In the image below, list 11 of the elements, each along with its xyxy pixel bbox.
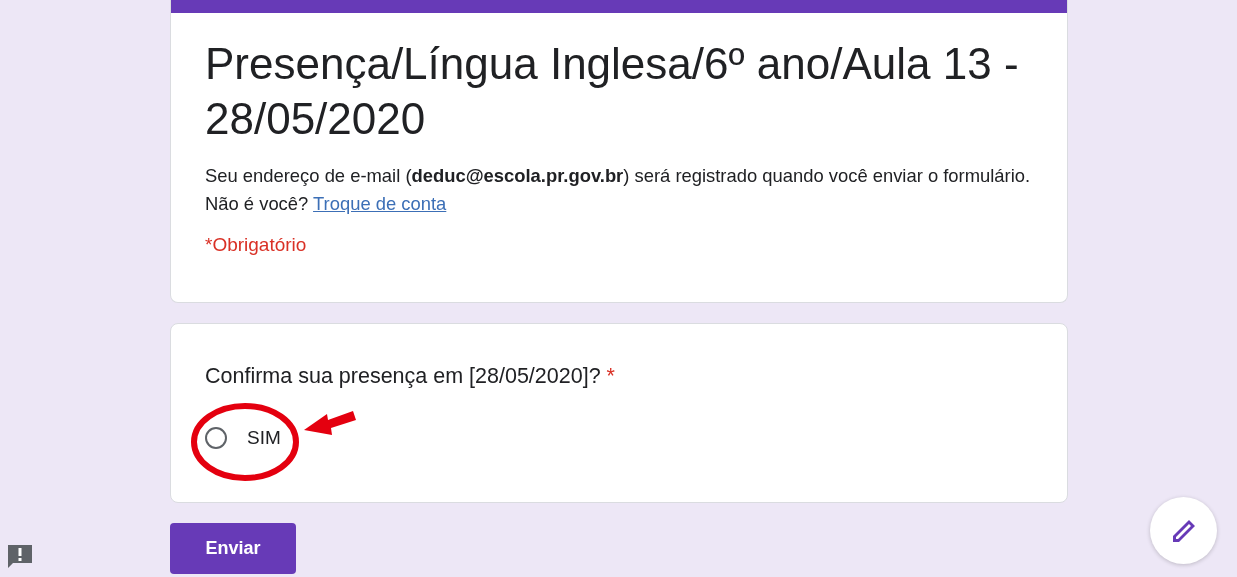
switch-account-link[interactable]: Troque de conta: [313, 193, 447, 214]
annotation-arrow: [304, 411, 356, 435]
email-notice: Seu endereço de e-mail (deduc@escola.pr.gov.br) será registrado quando você enviar o formulário. Não é você? Troque de conta: [205, 164, 1032, 216]
submit-button[interactable]: Enviar: [170, 523, 296, 574]
option-label[interactable]: SIM: [247, 427, 281, 449]
required-note: *Obrigatório: [205, 234, 308, 256]
radio-button[interactable]: [205, 427, 227, 449]
edit-button[interactable]: [1150, 497, 1217, 564]
form-title: Presença/Língua Inglesa/6º ano/Aula 13 - 28/05/2020: [205, 38, 1020, 145]
question-title: Confirma sua presença em [28/05/2020]?: [205, 364, 601, 388]
required-mark: *: [606, 364, 615, 388]
